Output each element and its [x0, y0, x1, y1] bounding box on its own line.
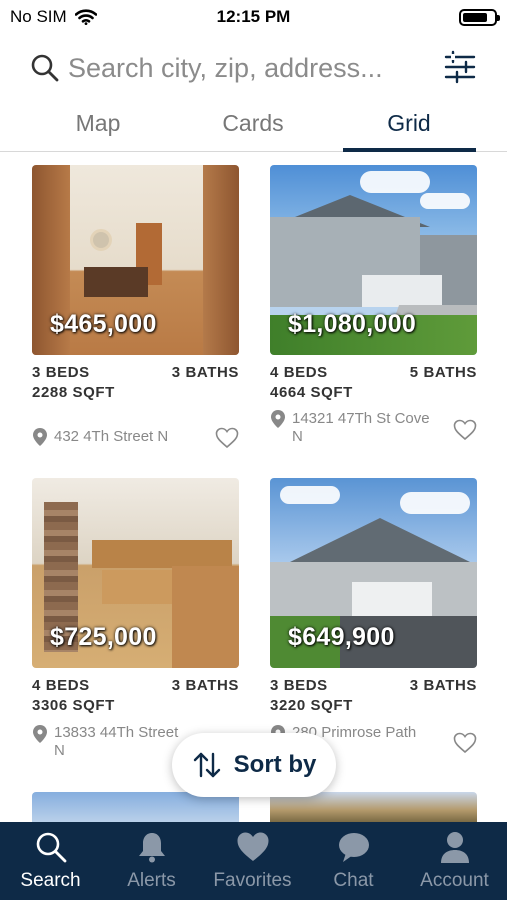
listing-price: $649,900: [288, 623, 395, 651]
listing-sqft: 2288 SQFT: [32, 384, 115, 401]
nav-label: Favorites: [213, 870, 292, 891]
nav-chat[interactable]: Chat: [303, 822, 404, 900]
listing-price: $465,000: [50, 310, 157, 338]
listing-beds: 3 BEDS: [270, 677, 328, 694]
listing-baths: 3 BATHS: [409, 677, 477, 694]
listing-beds: 4 BEDS: [270, 364, 328, 381]
tab-cards[interactable]: Cards: [173, 110, 333, 137]
listing-photo[interactable]: $465,000: [32, 165, 239, 355]
bell-icon: [139, 833, 165, 863]
nav-label: Alerts: [127, 870, 176, 891]
sort-arrows-icon: [193, 752, 220, 778]
person-icon: [441, 832, 469, 863]
status-time: 12:15 PM: [216, 7, 291, 26]
listing-baths: 3 BATHS: [171, 364, 239, 381]
listing-beds: 4 BEDS: [32, 677, 90, 694]
listing-photo[interactable]: $649,900: [270, 478, 477, 668]
listing-baths: 5 BATHS: [409, 364, 477, 381]
sort-button-label: Sort by: [233, 751, 317, 778]
listing-address-line1: 432 4Th Street N: [54, 428, 169, 445]
search-icon: [31, 54, 59, 82]
view-tabs: Map Cards Grid: [0, 104, 507, 152]
listing-card[interactable]: $465,000 3 BEDS 3 BATHS 2288 SQFT 432 4T…: [32, 165, 239, 455]
location-pin-icon: [33, 428, 47, 446]
nav-alerts[interactable]: Alerts: [101, 822, 202, 900]
listing-beds: 3 BEDS: [32, 364, 90, 381]
favorite-heart-icon[interactable]: [215, 427, 239, 449]
bottom-nav: Search Alerts Favorites Chat Account: [0, 822, 507, 900]
location-pin-icon: [271, 410, 285, 428]
listing-photo[interactable]: $725,000: [32, 478, 239, 668]
listing-address: 432 4Th Street N: [54, 428, 214, 446]
listing-photo[interactable]: $1,080,000: [270, 165, 477, 355]
listing-address-line2: N: [292, 428, 303, 445]
nav-label: Account: [420, 870, 489, 891]
listing-sqft: 3220 SQFT: [270, 697, 353, 714]
tab-map[interactable]: Map: [18, 110, 178, 137]
favorite-heart-icon[interactable]: [453, 732, 477, 754]
nav-label: Chat: [333, 870, 374, 891]
listing-address: 14321 47Th St Cove N: [292, 410, 452, 446]
listing-price: $1,080,000: [288, 310, 417, 338]
nav-favorites[interactable]: Favorites: [202, 822, 303, 900]
listing-sqft: 4664 SQFT: [270, 384, 353, 401]
listing-sqft: 3306 SQFT: [32, 697, 115, 714]
filter-sliders-icon[interactable]: [443, 50, 477, 84]
nav-label: Search: [20, 870, 81, 891]
listing-baths: 3 BATHS: [171, 677, 239, 694]
search-input[interactable]: [68, 48, 428, 88]
search-bar: [0, 44, 507, 92]
listing-price: $725,000: [50, 623, 157, 651]
favorite-heart-icon[interactable]: [453, 419, 477, 441]
status-bar: No SIM 12:15 PM: [0, 0, 507, 34]
listing-card[interactable]: $725,000 4 BEDS 3 BATHS 3306 SQFT 13833 …: [32, 478, 239, 768]
listing-card[interactable]: $649,900 3 BEDS 3 BATHS 3220 SQFT 280 Pr…: [270, 478, 477, 768]
listing-address-line1: 14321 47Th St Cove: [292, 410, 430, 427]
location-pin-icon: [33, 725, 47, 743]
nav-account[interactable]: Account: [404, 822, 505, 900]
sort-button[interactable]: Sort by: [172, 733, 336, 797]
search-icon: [36, 832, 67, 863]
tab-grid[interactable]: Grid: [329, 110, 489, 137]
heart-icon: [237, 832, 269, 861]
battery-icon: [459, 9, 500, 26]
nav-search[interactable]: Search: [0, 822, 101, 900]
active-tab-indicator: [343, 148, 476, 152]
chat-icon: [339, 833, 369, 862]
listing-card[interactable]: $1,080,000 4 BEDS 5 BATHS 4664 SQFT 1432…: [270, 165, 477, 455]
